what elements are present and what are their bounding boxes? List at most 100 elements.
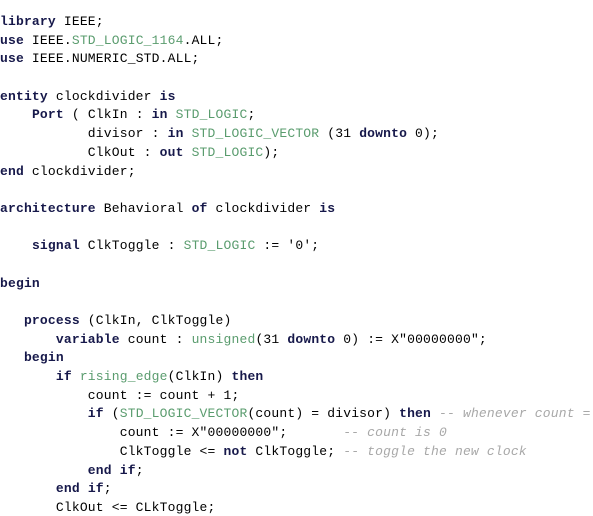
code-token-id: Behavioral — [95, 200, 192, 216]
code-token-kw: if — [87, 481, 104, 497]
code-token-typ: rising_edge — [79, 369, 168, 385]
code-token-kw: downto — [359, 126, 408, 142]
code-token-id — [0, 332, 56, 347]
code-token-id: (ClkIn) — [167, 369, 232, 385]
code-token-kw: end — [87, 462, 112, 478]
code-line: ClkOut <= CLkToggle; — [0, 499, 593, 516]
code-token-kw: begin — [0, 275, 40, 291]
code-token-id: ClkToggle : — [79, 238, 184, 254]
code-token-id — [184, 145, 192, 160]
code-token-kw: of — [191, 200, 208, 216]
code-line: if rising_edge(ClkIn) then — [0, 368, 593, 387]
code-token-kw: is — [319, 200, 336, 216]
code-token-kw: Port — [31, 107, 64, 123]
code-token-id — [184, 126, 192, 141]
code-token-kw: downto — [287, 331, 336, 347]
code-line: use IEEE.NUMERIC_STD.ALL; — [0, 50, 593, 69]
code-token-typ: STD_LOGIC — [191, 144, 264, 160]
code-token-id — [0, 238, 32, 253]
code-line: end if; — [0, 480, 593, 499]
code-token-id: ; — [103, 481, 112, 497]
code-token-kw: use — [0, 32, 24, 48]
code-token-id: count := count + 1; — [0, 387, 240, 403]
code-token-cmt: -- whenever count = divisor — [439, 406, 591, 422]
code-token-id: ; — [135, 462, 144, 478]
code-line: architecture Behavioral of clockdivider … — [0, 200, 593, 219]
code-line: process (ClkIn, ClkToggle) — [0, 312, 593, 331]
code-token-kw: not — [223, 443, 248, 459]
code-token-typ: STD_LOGIC — [175, 107, 248, 123]
code-token-id — [0, 481, 56, 496]
code-token-id: .ALL; — [183, 32, 224, 48]
code-token-id: count := X"00000000"; — [0, 425, 344, 441]
code-token-kw: is — [159, 88, 176, 104]
code-token-id: ClkToggle; — [247, 443, 344, 459]
code-token-cmt: -- toggle the new clock — [343, 443, 527, 459]
code-line: if (STD_LOGIC_VECTOR(count) = divisor) t… — [0, 405, 593, 424]
code-token-typ: unsigned — [191, 331, 256, 347]
code-token-id: (31 — [255, 331, 288, 347]
code-token-id — [0, 350, 24, 365]
code-line: Port ( ClkIn : in STD_LOGIC; — [0, 106, 593, 125]
code-token-kw: entity — [0, 88, 48, 104]
code-token-id: ); — [263, 144, 280, 160]
code-token-id: ClkOut : — [0, 144, 160, 160]
code-token-id: ClkOut <= CLkToggle; — [0, 499, 216, 515]
code-line: count := X"00000000"; -- count is 0 — [0, 424, 593, 443]
code-line: signal ClkToggle : STD_LOGIC := '0'; — [0, 237, 593, 256]
code-token-kw: out — [159, 144, 184, 160]
code-token-kw: in — [151, 107, 168, 123]
code-line: begin — [0, 349, 593, 368]
code-token-id: IEEE.NUMERIC_STD.ALL; — [23, 51, 200, 67]
code-token-id: clockdivider — [207, 200, 320, 216]
code-token-id: clockdivider; — [23, 163, 136, 179]
code-token-kw: end — [0, 163, 24, 179]
code-line: end clockdivider; — [0, 163, 593, 182]
code-line: count := count + 1; — [0, 387, 593, 406]
code-line: ClkToggle <= not ClkToggle; -- toggle th… — [0, 443, 593, 462]
code-token-typ: STD_LOGIC_VECTOR — [191, 126, 320, 142]
code-token-kw: then — [399, 406, 432, 422]
code-line: use IEEE.STD_LOGIC_1164.ALL; — [0, 32, 593, 51]
code-token-kw: then — [231, 369, 264, 385]
code-line: ClkOut : out STD_LOGIC); — [0, 144, 593, 163]
code-token-id: IEEE; — [55, 14, 104, 29]
code-token-id: 0) := X"00000000"; — [335, 331, 487, 347]
code-token-id: ; — [247, 107, 256, 123]
code-token-id — [0, 107, 32, 122]
code-token-kw: begin — [23, 350, 64, 366]
code-token-id — [431, 406, 439, 421]
code-token-kw: end — [55, 481, 80, 497]
code-line: end if; — [0, 462, 593, 481]
code-token-kw: architecture — [0, 200, 96, 216]
code-token-kw: if — [87, 406, 104, 422]
code-line: library IEEE; — [0, 13, 593, 32]
code-token-id: count : — [119, 331, 192, 347]
code-line: divisor : in STD_LOGIC_VECTOR (31 downto… — [0, 125, 593, 144]
code-token-id — [0, 463, 88, 478]
code-token-id: (ClkIn, ClkToggle) — [79, 313, 232, 328]
code-listing-page: library IEEE; use IEEE.STD_LOGIC_1164.ALL… — [0, 0, 593, 516]
code-token-id: := '0'; — [255, 238, 320, 254]
code-token-kw: variable — [55, 331, 120, 347]
code-token-id — [0, 406, 88, 421]
code-token-id: IEEE. — [23, 32, 72, 48]
code-line: entity clockdivider is — [0, 88, 593, 107]
code-token-id — [168, 107, 176, 122]
code-token-kw: process — [23, 313, 80, 328]
code-token-typ: STD_LOGIC_VECTOR — [119, 406, 248, 422]
code-token-id: (31 — [319, 126, 360, 142]
code-token-id: 0); — [407, 126, 440, 142]
code-token-kw: library — [0, 14, 56, 29]
code-token-typ: STD_LOGIC — [183, 238, 256, 254]
vhdl-source-code[interactable]: library IEEE; use IEEE.STD_LOGIC_1164.ALL… — [0, 13, 593, 516]
code-token-cmt: -- count is 0 — [343, 425, 447, 441]
code-token-typ: STD_LOGIC_1164 — [71, 32, 184, 48]
code-token-kw: use — [0, 51, 24, 67]
code-token-id — [0, 369, 56, 384]
